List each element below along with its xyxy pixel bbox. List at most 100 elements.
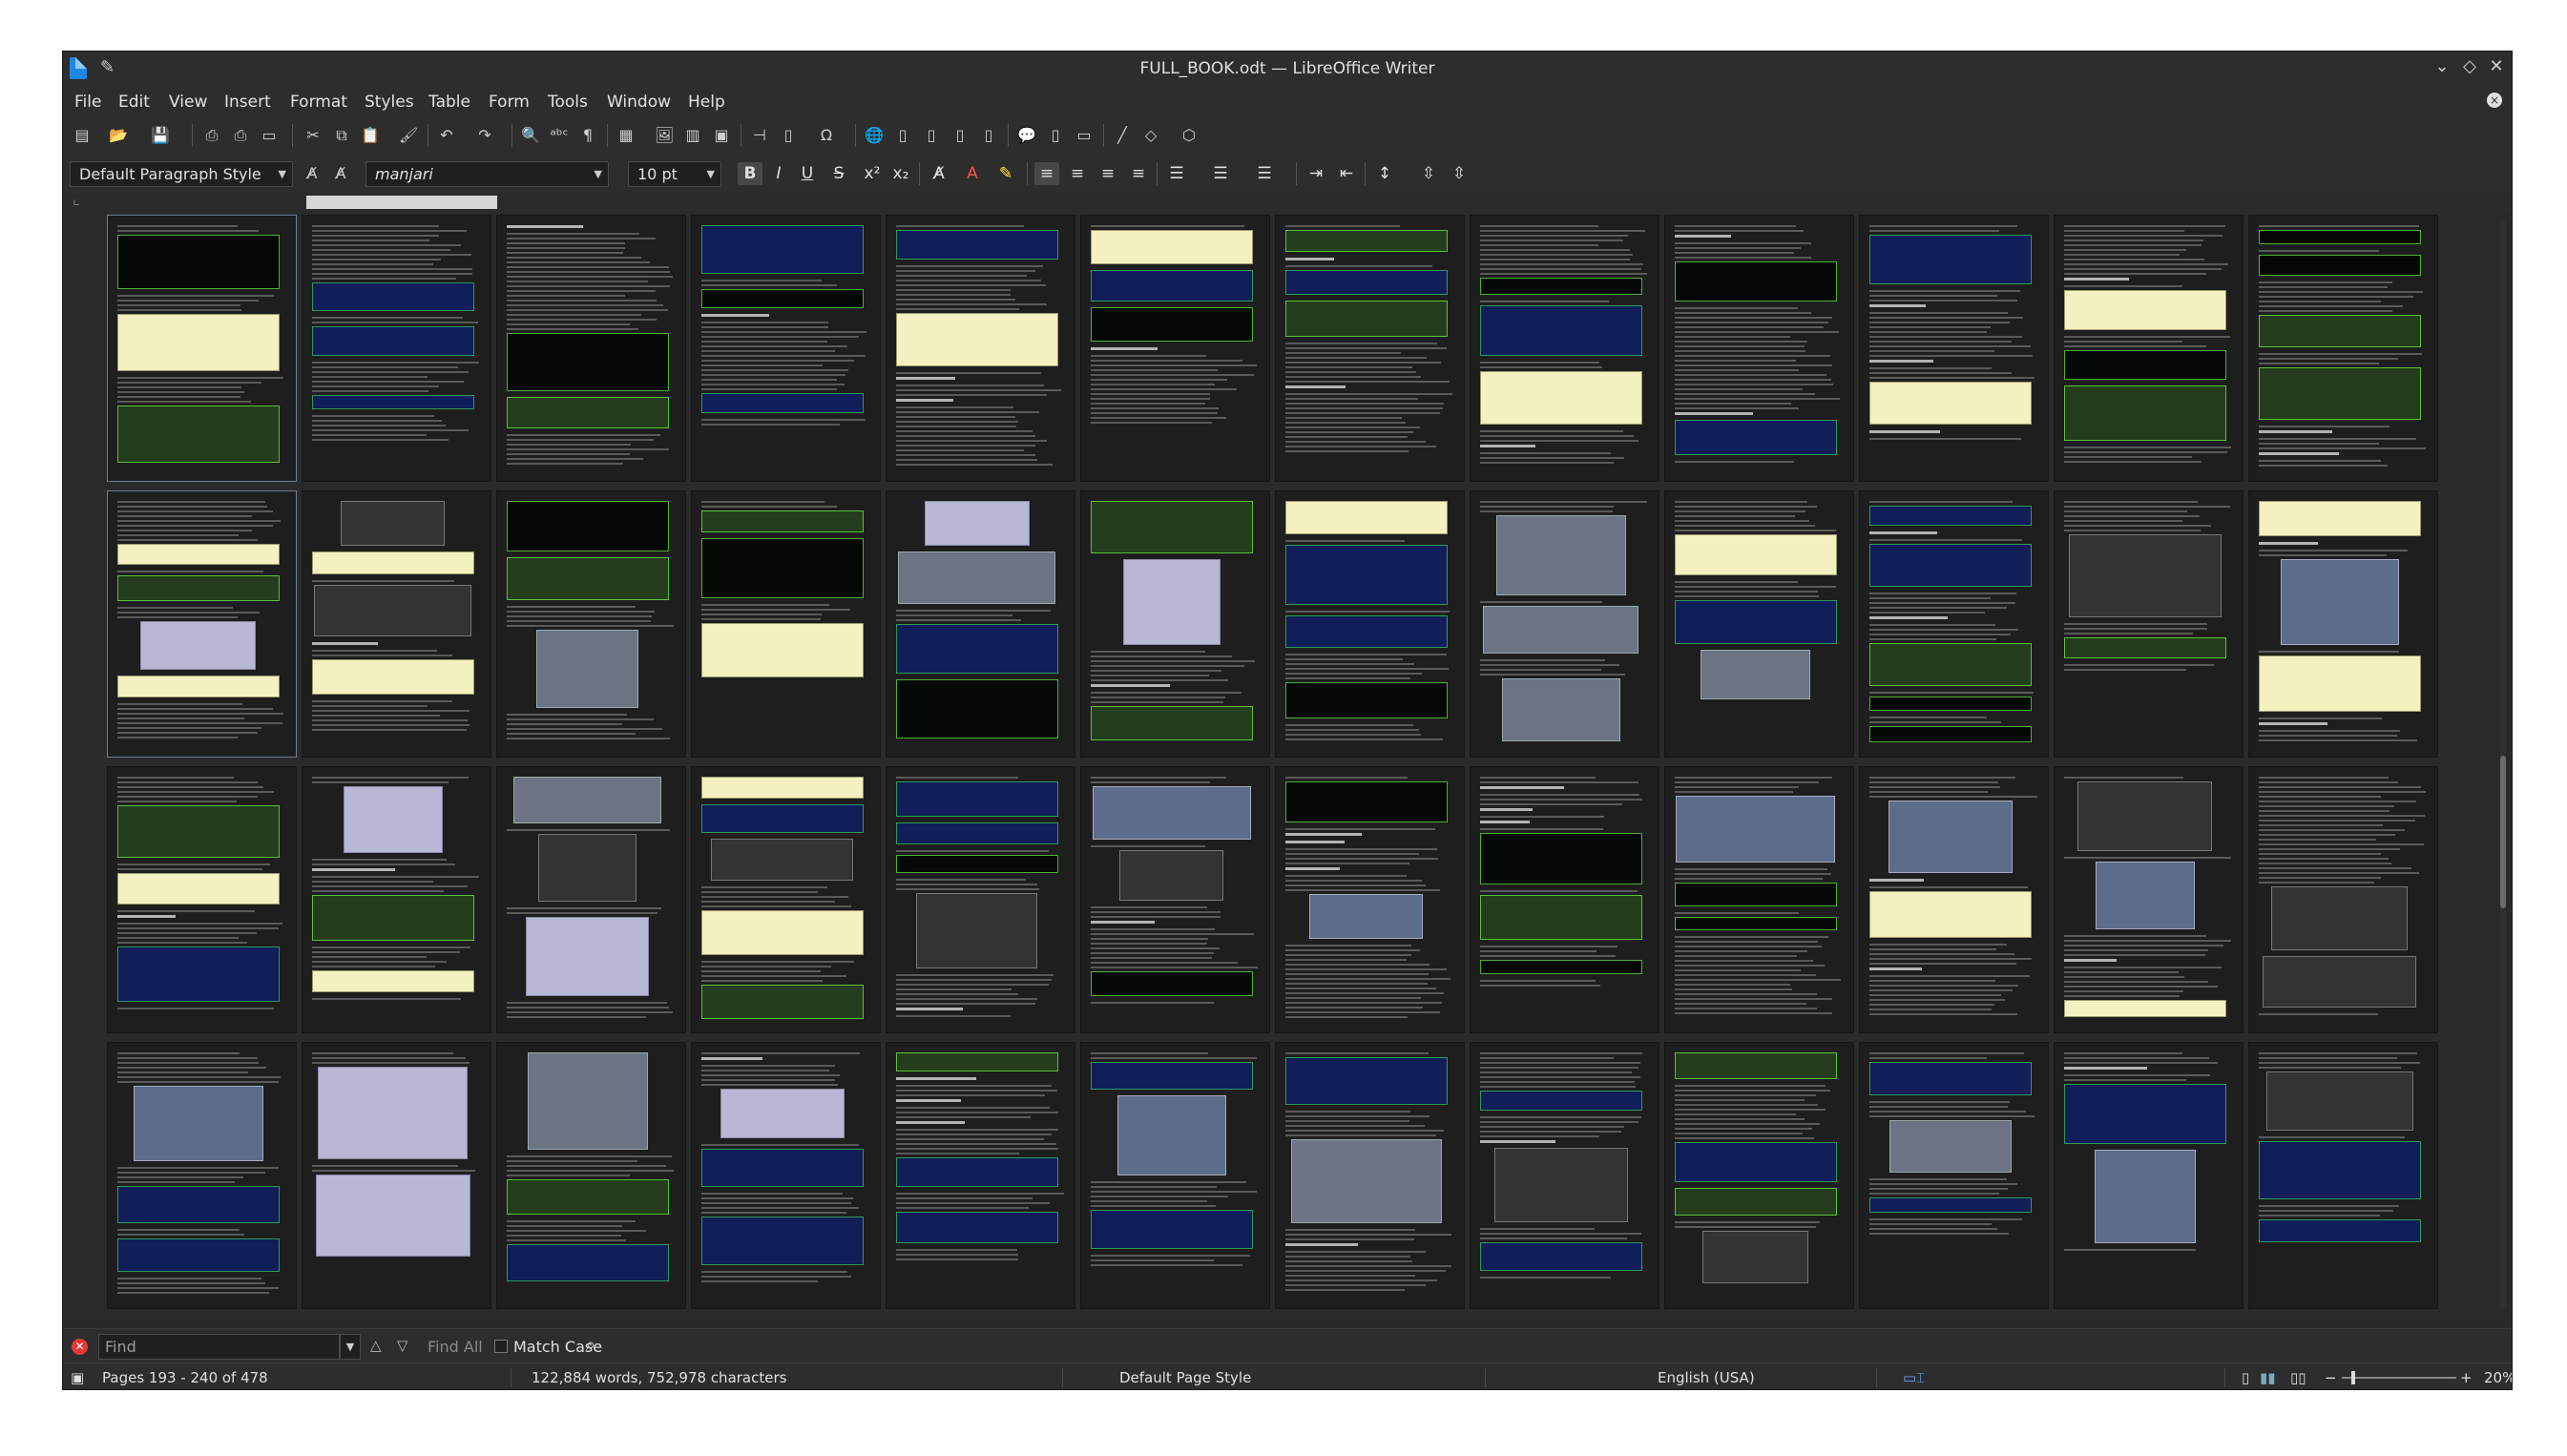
basic-shapes-icon[interactable]: ◇ [1141, 126, 1160, 145]
page-thumbnail[interactable] [303, 767, 490, 1032]
endnote-icon[interactable]: ▯ [922, 126, 941, 145]
zoom-slider[interactable] [2342, 1377, 2456, 1379]
page-thumbnail[interactable] [1276, 216, 1464, 481]
page-thumbnail[interactable] [108, 491, 296, 757]
underline-icon[interactable]: U [795, 162, 820, 185]
page-thumbnail[interactable] [303, 491, 490, 757]
update-style-icon[interactable]: A̸ [303, 164, 322, 183]
page-thumbnail[interactable] [1860, 216, 2048, 481]
find-all-button[interactable]: Find All [428, 1338, 483, 1356]
insert-field-icon[interactable]: ▯ [779, 126, 798, 145]
page-thumbnail[interactable] [497, 491, 685, 757]
paragraph-spacing-icon[interactable]: ⇳ [1416, 162, 1441, 185]
clone-formatting-icon[interactable]: 🖌 [399, 126, 418, 145]
justify-icon[interactable]: ≡ [1126, 162, 1151, 185]
insert-textbox-icon[interactable]: ▣ [712, 126, 731, 145]
copy-icon[interactable]: ⧉ [332, 126, 351, 145]
new-document-icon[interactable]: ▤ [73, 126, 92, 145]
page-thumbnail[interactable] [497, 216, 685, 481]
menu-form[interactable]: Form [489, 93, 530, 112]
tab-stop-icon[interactable]: ∟ [73, 198, 80, 209]
formatting-marks-icon[interactable]: ¶ [578, 126, 597, 145]
page-thumbnail[interactable] [887, 216, 1075, 481]
page-thumbnail[interactable] [2249, 491, 2437, 757]
print-icon[interactable]: ⎙ [231, 126, 250, 145]
find-next-icon[interactable]: ▽ [397, 1337, 408, 1354]
page-thumbnail[interactable] [692, 767, 880, 1032]
print-preview-icon[interactable]: ▭ [260, 126, 279, 145]
insert-table-icon[interactable]: ▦ [616, 126, 636, 145]
page-thumbnail[interactable] [1276, 767, 1464, 1032]
font-color-icon[interactable]: A [960, 162, 985, 185]
save-icon[interactable]: 💾 [151, 126, 170, 145]
page-thumbnail[interactable] [1860, 491, 2048, 757]
match-case-checkbox[interactable] [494, 1340, 508, 1353]
find-history-chevron-icon[interactable]: ▼ [340, 1334, 361, 1360]
new-style-icon[interactable]: A̸ [331, 164, 350, 183]
page-thumbnail[interactable] [2249, 767, 2437, 1032]
strikethrough-icon[interactable]: S [826, 162, 851, 185]
subscript-icon[interactable]: x₂ [888, 162, 913, 185]
track-changes-icon[interactable]: ▯ [1046, 126, 1065, 145]
page-thumbnail[interactable] [2055, 1043, 2243, 1308]
page-thumbnail[interactable] [2055, 767, 2243, 1032]
page-thumbnail[interactable] [108, 767, 296, 1032]
find-previous-icon[interactable]: △ [370, 1337, 382, 1354]
bullet-list-icon[interactable]: ☰ [1164, 162, 1189, 185]
close-document-icon[interactable]: × [2487, 93, 2502, 108]
page-thumbnail[interactable] [497, 1043, 685, 1308]
save-status-icon[interactable]: ▣ [71, 1369, 84, 1386]
page-break-icon[interactable]: ⊣ [750, 126, 769, 145]
close-icon[interactable]: ✕ [2485, 56, 2508, 76]
page-thumbnail[interactable] [1665, 1043, 1853, 1308]
page-thumbnail[interactable] [1081, 1043, 1269, 1308]
decrease-indent-icon[interactable]: ⇤ [1334, 162, 1359, 185]
footnote-icon[interactable]: ▯ [893, 126, 912, 145]
special-character-icon[interactable]: Ω [817, 126, 836, 145]
align-right-icon[interactable]: ≡ [1096, 162, 1120, 185]
page-thumbnail[interactable] [887, 767, 1075, 1032]
vertical-scrollbar[interactable] [2500, 221, 2506, 1309]
redo-icon[interactable]: ↷ [475, 126, 494, 145]
page-thumbnail[interactable] [1471, 1043, 1659, 1308]
page-thumbnail[interactable] [887, 491, 1075, 757]
page-thumbnail[interactable] [1471, 767, 1659, 1032]
minimize-icon[interactable]: ⌄ [2431, 56, 2453, 76]
close-find-bar-icon[interactable]: ✕ [72, 1339, 88, 1355]
menu-table[interactable]: Table [428, 93, 470, 112]
page-thumbnail[interactable] [497, 767, 685, 1032]
menu-tools[interactable]: Tools [548, 93, 588, 112]
clear-formatting-icon[interactable]: A̸ [927, 162, 951, 185]
numbered-list-icon[interactable]: ☰ [1208, 162, 1233, 185]
menu-insert[interactable]: Insert [224, 93, 271, 112]
single-page-view-icon[interactable]: ▯ [2242, 1369, 2249, 1386]
page-thumbnail[interactable] [108, 216, 296, 481]
draw-functions-icon[interactable]: ⬡ [1179, 126, 1199, 145]
scrollbar-thumb[interactable] [2500, 756, 2506, 908]
line-icon[interactable]: ╱ [1113, 126, 1132, 145]
font-size-dropdown[interactable]: 10 pt ▼ [628, 161, 721, 187]
menu-window[interactable]: Window [607, 93, 671, 112]
zoom-in-icon[interactable]: + [2460, 1369, 2473, 1386]
document-canvas[interactable] [63, 212, 2512, 1328]
page-thumbnail[interactable] [108, 1043, 296, 1308]
page-thumbnail[interactable] [1081, 216, 1269, 481]
page-count[interactable]: Pages 193 - 240 of 478 [102, 1369, 268, 1386]
page-thumbnail[interactable] [692, 216, 880, 481]
page-thumbnail[interactable] [692, 1043, 880, 1308]
zoom-out-icon[interactable]: − [2325, 1369, 2337, 1386]
text-language[interactable]: English (USA) [1658, 1369, 1755, 1386]
page-thumbnail[interactable] [1471, 216, 1659, 481]
page-thumbnail[interactable] [1665, 216, 1853, 481]
paragraph-spacing-decrease-icon[interactable]: ⇳ [1447, 162, 1471, 185]
page-thumbnail[interactable] [1860, 767, 2048, 1032]
page-thumbnail[interactable] [1860, 1043, 2048, 1308]
page-thumbnail[interactable] [1276, 491, 1464, 757]
zoom-slider-knob[interactable] [2351, 1371, 2355, 1384]
page-thumbnail[interactable] [1276, 1043, 1464, 1308]
header-footer-icon[interactable]: ▭ [1075, 126, 1094, 145]
increase-indent-icon[interactable]: ⇥ [1304, 162, 1328, 185]
multi-page-view-icon[interactable]: ▮▮ [2260, 1369, 2276, 1386]
menu-help[interactable]: Help [688, 93, 725, 112]
zoom-level[interactable]: 20% [2484, 1369, 2512, 1386]
